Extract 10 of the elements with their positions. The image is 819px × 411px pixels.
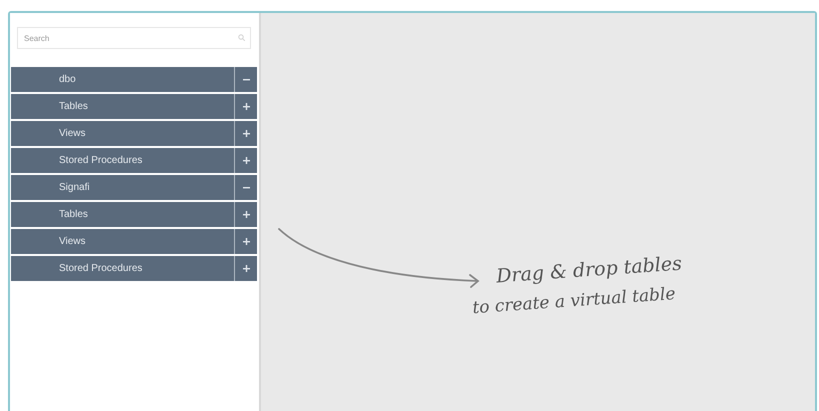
minus-icon xyxy=(242,76,250,83)
plus-icon xyxy=(242,157,250,164)
plus-icon xyxy=(242,211,250,218)
plus-icon xyxy=(242,130,250,137)
minus-icon xyxy=(242,184,250,191)
plus-icon xyxy=(242,103,250,110)
search-icon xyxy=(238,34,245,41)
search-field[interactable]: Search xyxy=(17,27,251,49)
plus-icon xyxy=(242,238,250,245)
plus-icon xyxy=(242,265,250,272)
